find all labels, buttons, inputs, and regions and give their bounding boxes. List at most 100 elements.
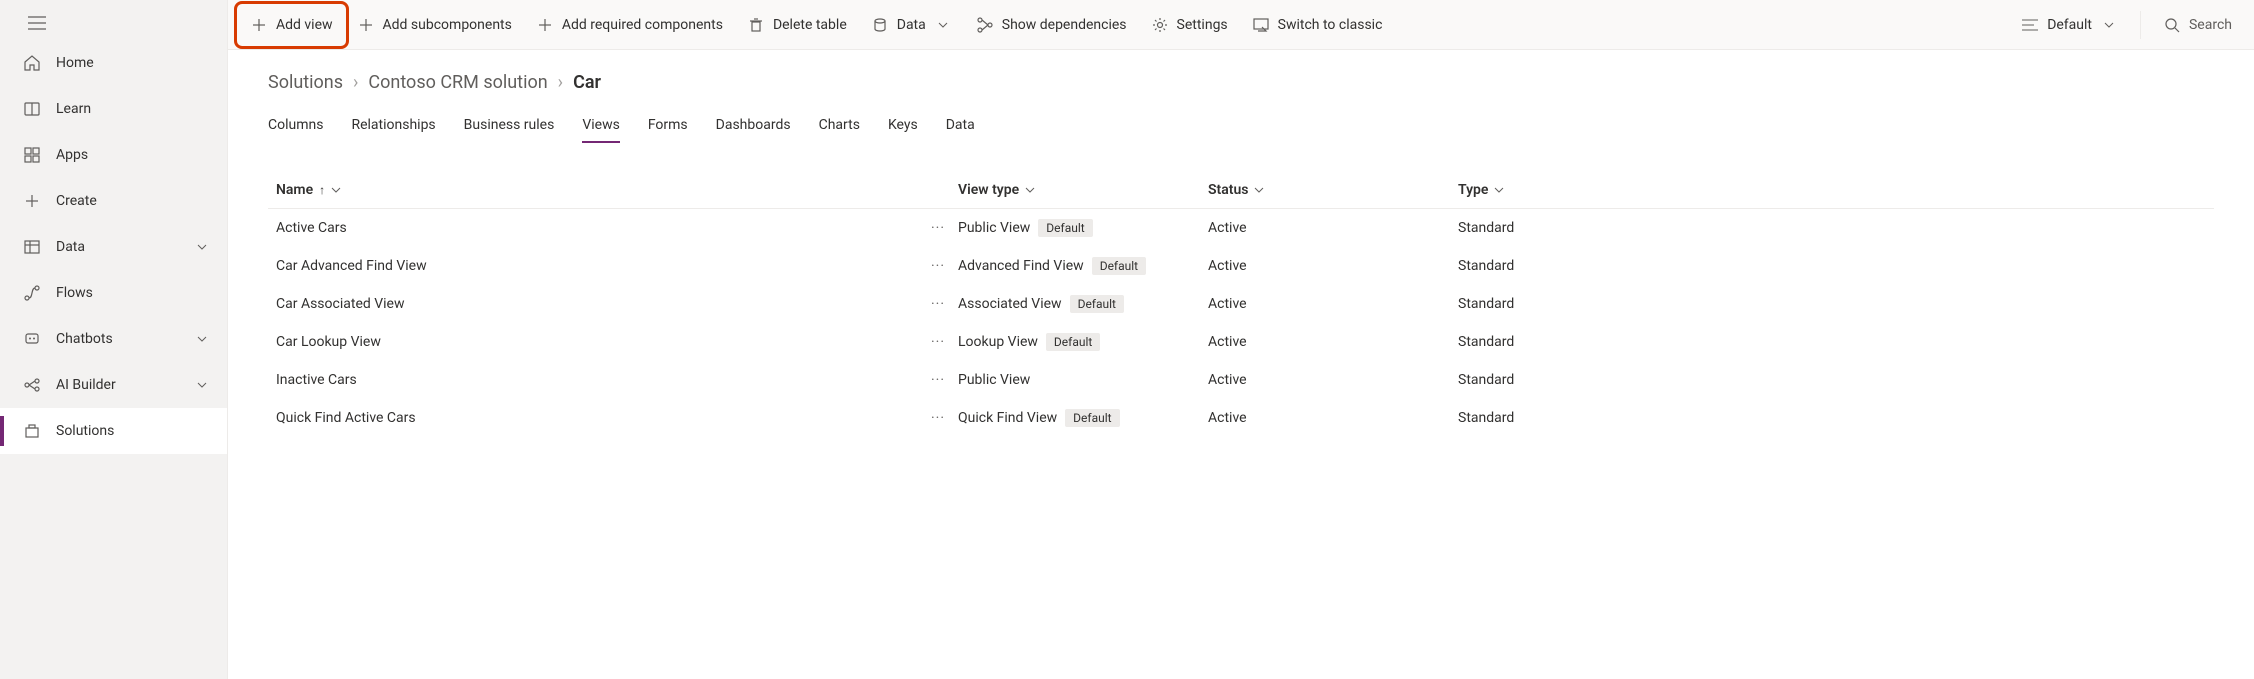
sidebar-item-learn[interactable]: Learn [0, 86, 227, 132]
hamburger-button[interactable] [0, 6, 227, 40]
col-name-label: Name [276, 182, 313, 198]
tab-dashboards[interactable]: Dashboards [716, 111, 791, 143]
default-badge: Default [1038, 219, 1092, 237]
switch-icon [1252, 16, 1270, 34]
sidebar-item-label: Data [56, 239, 197, 255]
view-selector[interactable]: Default [2011, 7, 2128, 43]
plus-icon [22, 191, 42, 211]
sidebar-item-create[interactable]: Create [0, 178, 227, 224]
cell-status: Active [1208, 296, 1458, 312]
row-more-button[interactable]: ··· [918, 334, 958, 350]
row-more-button[interactable]: ··· [918, 372, 958, 388]
view-selector-label: Default [2047, 17, 2092, 33]
row-more-button[interactable]: ··· [918, 220, 958, 236]
data-button[interactable]: Data [861, 7, 962, 43]
row-more-button[interactable]: ··· [918, 258, 958, 274]
sidebar-item-label: Flows [56, 285, 207, 301]
cell-viewtype: Associated View Default [958, 295, 1208, 313]
chevron-down-icon [197, 336, 207, 342]
cmd-label: Show dependencies [1002, 17, 1127, 33]
row-more-button[interactable]: ··· [918, 296, 958, 312]
table-row[interactable]: Inactive Cars ··· Public View Active Sta… [268, 361, 2214, 399]
chevron-down-icon [2100, 16, 2118, 34]
sidebar-item-apps[interactable]: Apps [0, 132, 227, 178]
cmd-label: Data [897, 17, 926, 33]
tab-keys[interactable]: Keys [888, 111, 918, 143]
col-header-viewtype[interactable]: View type [958, 182, 1035, 198]
settings-button[interactable]: Settings [1141, 7, 1238, 43]
search-box[interactable]: Search [2153, 7, 2242, 43]
tab-data[interactable]: Data [946, 111, 975, 143]
tab-charts[interactable]: Charts [819, 111, 860, 143]
cell-name: Car Advanced Find View [268, 258, 918, 274]
solutions-icon [22, 421, 42, 441]
show-deps-button[interactable]: Show dependencies [966, 7, 1137, 43]
breadcrumb-separator: › [558, 72, 563, 93]
table-row[interactable]: Car Associated View ··· Associated View … [268, 285, 2214, 323]
home-icon [22, 53, 42, 73]
sidebar-item-data[interactable]: Data [0, 224, 227, 270]
cmd-label: Switch to classic [1278, 17, 1383, 33]
sidebar-item-label: Solutions [56, 423, 207, 439]
sidebar-item-label: Chatbots [56, 331, 197, 347]
tab-views[interactable]: Views [582, 111, 620, 143]
delete-table-button[interactable]: Delete table [737, 7, 857, 43]
col-viewtype-label: View type [958, 182, 1019, 198]
sidebar-item-label: Home [56, 55, 207, 71]
sidebar-item-flows[interactable]: Flows [0, 270, 227, 316]
table-row[interactable]: Car Advanced Find View ··· Advanced Find… [268, 247, 2214, 285]
chevron-down-icon [197, 382, 207, 388]
chevron-down-icon [1254, 187, 1264, 193]
chevron-down-icon [331, 187, 341, 193]
cell-type: Standard [1458, 296, 1708, 312]
col-header-name[interactable]: Name ↑ [276, 182, 341, 198]
sidebar-item-ai-builder[interactable]: AI Builder [0, 362, 227, 408]
cell-status: Active [1208, 258, 1458, 274]
cmd-label: Settings [1177, 17, 1228, 33]
apps-icon [22, 145, 42, 165]
row-more-button[interactable]: ··· [918, 410, 958, 426]
cell-status: Active [1208, 410, 1458, 426]
tab-columns[interactable]: Columns [268, 111, 323, 143]
search-placeholder: Search [2189, 17, 2232, 33]
chevron-down-icon [934, 16, 952, 34]
sidebar-item-solutions[interactable]: Solutions [0, 408, 227, 454]
cell-type: Standard [1458, 334, 1708, 350]
hamburger-icon [28, 16, 46, 30]
table-row[interactable]: Car Lookup View ··· Lookup View Default … [268, 323, 2214, 361]
tab-relationships[interactable]: Relationships [351, 111, 435, 143]
default-badge: Default [1046, 333, 1100, 351]
sidebar-item-home[interactable]: Home [0, 40, 227, 86]
sidebar-item-chatbots[interactable]: Chatbots [0, 316, 227, 362]
breadcrumb-contoso-crm-solution[interactable]: Contoso CRM solution [368, 72, 547, 93]
add-required-button[interactable]: Add required components [526, 7, 733, 43]
plus-icon [250, 16, 268, 34]
add-subcomponents-button[interactable]: Add subcomponents [347, 7, 522, 43]
cell-name: Car Associated View [268, 296, 918, 312]
cell-name: Active Cars [268, 220, 918, 236]
cell-name: Quick Find Active Cars [268, 410, 918, 426]
col-header-type[interactable]: Type [1458, 182, 1504, 198]
cell-type: Standard [1458, 410, 1708, 426]
col-header-status[interactable]: Status [1208, 182, 1264, 198]
table-row[interactable]: Quick Find Active Cars ··· Quick Find Vi… [268, 399, 2214, 437]
cell-type: Standard [1458, 220, 1708, 236]
table-row[interactable]: Active Cars ··· Public View Default Acti… [268, 209, 2214, 247]
cell-type: Standard [1458, 258, 1708, 274]
default-badge: Default [1092, 257, 1146, 275]
plus-icon [536, 16, 554, 34]
add-view-button[interactable]: Add view [240, 7, 343, 43]
tab-business-rules[interactable]: Business rules [464, 111, 555, 143]
tab-forms[interactable]: Forms [648, 111, 688, 143]
entity-tabs: Columns Relationships Business rules Views F… [268, 111, 2214, 144]
sidebar-item-label: Learn [56, 101, 207, 117]
grid-header-row: Name ↑ View type [268, 172, 2214, 209]
col-type-label: Type [1458, 182, 1488, 198]
cmd-label: Add required components [562, 17, 723, 33]
breadcrumb: Solutions›Contoso CRM solution›Car [268, 72, 2214, 93]
cell-viewtype: Public View Default [958, 219, 1208, 237]
switch-classic-button[interactable]: Switch to classic [1242, 7, 1393, 43]
chevron-down-icon [197, 244, 207, 250]
breadcrumb-solutions[interactable]: Solutions [268, 72, 343, 93]
list-icon [2021, 16, 2039, 34]
